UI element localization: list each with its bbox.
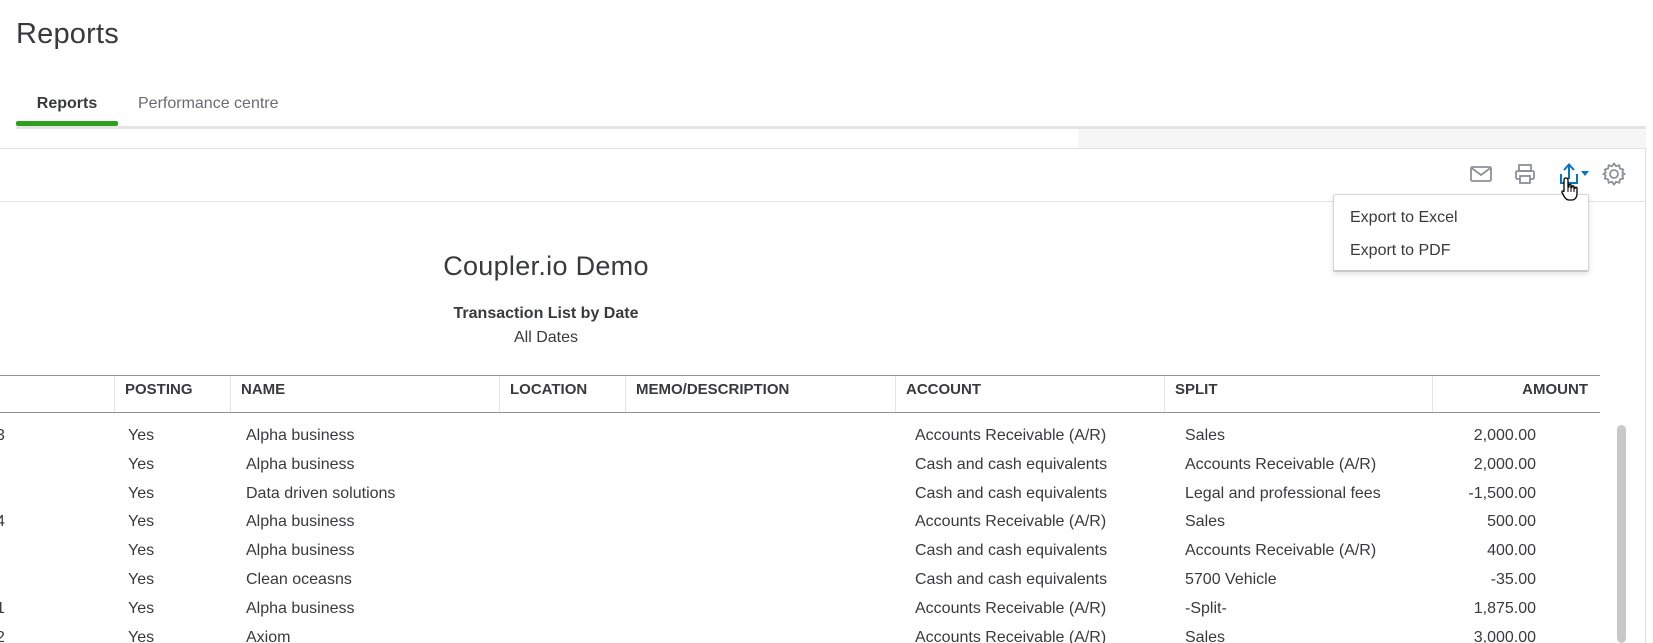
amount-cell: 2,000.00 (1473, 456, 1536, 473)
table-row[interactable]: 2 Yes Axiom Accounts Receivable (A/R) Sa… (0, 629, 1600, 643)
split-cell: -Split- (1185, 600, 1227, 617)
date-cell: 2 (0, 629, 5, 643)
account-cell: Accounts Receivable (A/R) (915, 600, 1107, 617)
column-header-posting[interactable]: POSTING (114, 376, 230, 412)
export-to-excel-item[interactable]: Export to Excel (1350, 209, 1458, 227)
column-header-split[interactable]: SPLIT (1164, 376, 1432, 412)
column-header-account[interactable]: ACCOUNT (895, 376, 1164, 412)
amount-cell: -35.00 (1490, 571, 1536, 588)
split-cell: Sales (1185, 427, 1226, 444)
company-name: Coupler.io Demo (443, 251, 649, 281)
name-cell: Alpha business (246, 456, 355, 473)
page-title: Reports (16, 18, 119, 50)
name-cell: Alpha business (246, 513, 355, 530)
tab-performance-centre[interactable]: Performance centre (138, 86, 279, 126)
panel-shade (1078, 129, 1646, 149)
posting-cell: Yes (128, 513, 155, 530)
table-row[interactable]: 1 Yes Alpha business Accounts Receivable… (0, 600, 1600, 629)
posting-cell: Yes (128, 456, 155, 473)
name-cell: Clean oceasns (246, 571, 352, 588)
name-cell: Data driven solutions (246, 485, 396, 502)
split-cell: Sales (1185, 513, 1226, 530)
posting-cell: Yes (128, 629, 155, 643)
date-cell: 4 (0, 513, 5, 530)
table-row[interactable]: Yes Alpha business Cash and cash equival… (0, 542, 1600, 571)
tab-reports[interactable]: Reports (16, 86, 118, 126)
amount-cell: 2,000.00 (1473, 427, 1536, 444)
table-row[interactable]: 3 Yes Alpha business Accounts Receivable… (0, 427, 1600, 456)
mail-icon[interactable] (1468, 161, 1494, 187)
split-cell: Accounts Receivable (A/R) (1185, 456, 1377, 473)
name-cell: Alpha business (246, 542, 355, 559)
split-cell: Accounts Receivable (A/R) (1185, 542, 1377, 559)
account-cell: Cash and cash equivalents (915, 542, 1108, 559)
account-cell: Accounts Receivable (A/R) (915, 513, 1107, 530)
column-header-memo-description[interactable]: MEMO/DESCRIPTION (625, 376, 895, 412)
vertical-scrollbar[interactable] (1617, 425, 1626, 643)
report-date-range: All Dates (513, 329, 579, 346)
account-cell: Cash and cash equivalents (915, 571, 1108, 588)
name-cell: Axiom (246, 629, 291, 643)
split-cell: Legal and professional fees (1185, 485, 1381, 502)
table-row[interactable]: Yes Alpha business Cash and cash equival… (0, 456, 1600, 485)
table-header: POSTING NAME LOCATION MEMO/DESCRIPTION A… (0, 375, 1600, 413)
account-cell: Accounts Receivable (A/R) (915, 629, 1107, 643)
print-icon[interactable] (1512, 161, 1538, 187)
report-name: Transaction List by Date (453, 305, 639, 322)
posting-cell: Yes (128, 427, 155, 444)
hand-cursor-icon (1561, 176, 1579, 207)
amount-cell: 1,875.00 (1473, 600, 1536, 617)
date-cell: 3 (0, 427, 5, 444)
posting-cell: Yes (128, 571, 155, 588)
account-cell: Cash and cash equivalents (915, 456, 1108, 473)
name-cell: Alpha business (246, 600, 355, 617)
amount-cell: -1,500.00 (1468, 485, 1536, 502)
amount-cell: 400.00 (1487, 542, 1536, 559)
date-cell: 1 (0, 600, 5, 617)
name-cell: Alpha business (246, 427, 355, 444)
column-header-name[interactable]: NAME (230, 376, 499, 412)
table-row[interactable]: Yes Data driven solutions Cash and cash … (0, 485, 1600, 514)
column-header-location[interactable]: LOCATION (499, 376, 625, 412)
account-cell: Cash and cash equivalents (915, 485, 1108, 502)
account-cell: Accounts Receivable (A/R) (915, 427, 1107, 444)
amount-cell: 500.00 (1487, 513, 1536, 530)
column-header-date (0, 376, 114, 412)
table-row[interactable]: Yes Clean oceasns Cash and cash equivale… (0, 571, 1600, 600)
split-cell: 5700 Vehicle (1185, 571, 1277, 588)
export-menu: Export to Excel Export to PDF (1333, 194, 1589, 272)
posting-cell: Yes (128, 600, 155, 617)
posting-cell: Yes (128, 485, 155, 502)
tab-bar: Reports Performance centre (16, 86, 1646, 126)
column-header-amount[interactable]: AMOUNT (1432, 376, 1600, 412)
gear-icon[interactable] (1601, 161, 1627, 187)
export-to-pdf-item[interactable]: Export to PDF (1350, 242, 1450, 260)
split-cell: Sales (1185, 629, 1226, 643)
posting-cell: Yes (128, 542, 155, 559)
table-row[interactable]: 4 Yes Alpha business Accounts Receivable… (0, 513, 1600, 542)
amount-cell: 3,000.00 (1473, 629, 1536, 643)
